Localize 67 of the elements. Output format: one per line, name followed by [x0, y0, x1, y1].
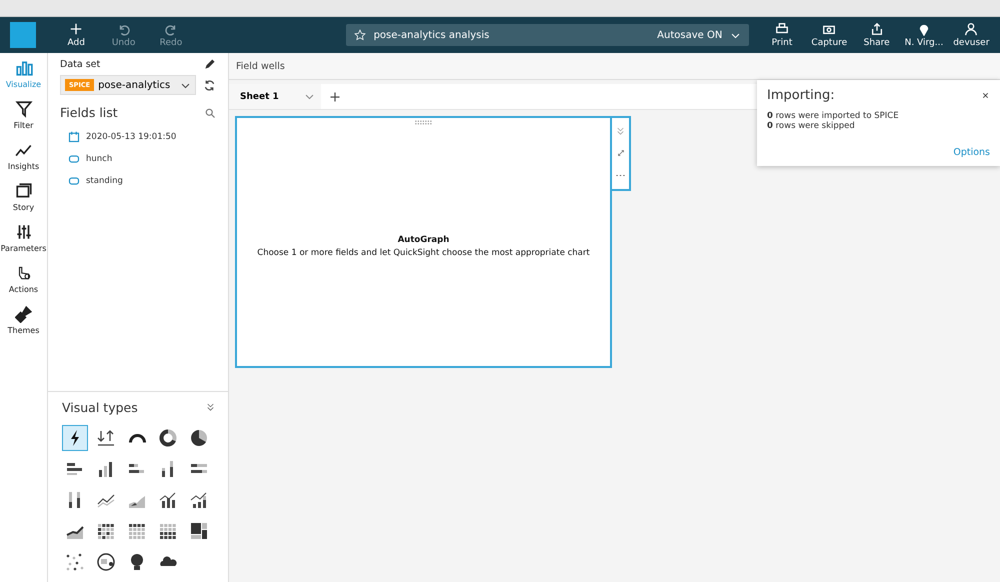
nav-item[interactable]: Themes	[0, 305, 48, 335]
analysis-title-field[interactable]: pose-analytics analysis Autosave ON	[346, 24, 750, 46]
nav-item[interactable]: Parameters	[0, 223, 48, 253]
nav-item[interactable]: Insights	[0, 141, 48, 171]
field-item[interactable]: standing	[60, 170, 216, 192]
options-link[interactable]: Options	[953, 147, 990, 158]
visual-types-heading: Visual types	[62, 400, 138, 415]
dimension-tag-icon	[68, 175, 80, 187]
notification-line: 0 rows were imported to SPICE	[767, 111, 900, 121]
logo-icon	[10, 22, 36, 48]
sliders-icon	[14, 223, 32, 241]
close-icon	[981, 91, 990, 100]
plus-icon	[69, 22, 84, 36]
scatter-plot-icon	[65, 552, 85, 572]
nav-item[interactable]: Filter	[0, 100, 48, 130]
field-item[interactable]: 2020-05-13 19:01:50	[60, 126, 216, 148]
visual-title: AutoGraph	[398, 235, 450, 245]
dataset-name: pose-analytics	[98, 80, 170, 90]
add-sheet-icon	[329, 90, 341, 102]
stacked-combo-icon	[189, 490, 209, 510]
brush-icon	[14, 305, 32, 323]
notification-line: 0 rows were skipped	[767, 121, 856, 131]
field-wells-label[interactable]: Field wells	[236, 61, 285, 72]
toolbar-button[interactable]: Share	[856, 22, 898, 48]
story-icon	[14, 182, 32, 200]
toolbar-button[interactable]: Add	[56, 22, 97, 48]
gauge-icon	[128, 434, 146, 442]
share-icon	[870, 22, 884, 36]
visual-hint: Choose 1 or more fields and let QuickSight choose the most appropriate chart	[257, 248, 590, 258]
globe-icon	[96, 552, 116, 572]
combo-chart-icon	[158, 490, 178, 510]
notification-title: Importing:	[767, 88, 835, 103]
visual-type-button[interactable]	[62, 425, 88, 451]
expand-icon	[616, 148, 626, 158]
bar-chart-icon	[14, 59, 32, 77]
filter-icon	[14, 100, 32, 118]
toolbar-button[interactable]: devuser	[950, 22, 992, 48]
fields-list-heading: Fields list	[60, 105, 118, 120]
table-icon	[158, 521, 178, 541]
refresh-icon	[203, 78, 216, 92]
user-icon	[964, 22, 978, 36]
star-icon	[354, 29, 366, 41]
toolbar-button[interactable]: N. Virg...	[903, 22, 945, 48]
kpi-icon	[96, 428, 116, 448]
nav-item[interactable]: Story	[0, 182, 48, 212]
pivot-table-icon	[127, 521, 147, 541]
drag-handle-icon	[414, 120, 434, 125]
toolbar-button[interactable]: Capture	[808, 22, 850, 48]
pie-chart-icon	[189, 428, 209, 448]
collapse-icon	[615, 126, 626, 137]
autosave-toggle[interactable]: Autosave ON	[657, 30, 722, 40]
double-chevron-icon	[205, 402, 216, 413]
donut-chart-icon	[158, 428, 178, 448]
toolbar-button[interactable]: Print	[761, 22, 803, 48]
nav-item[interactable]: Visualize	[0, 59, 48, 89]
pencil-icon	[204, 58, 216, 70]
calendar-icon	[68, 131, 80, 143]
dataset-heading: Data set	[60, 58, 100, 70]
analysis-title: pose-analytics analysis	[374, 30, 490, 40]
dimension-tag-icon	[68, 153, 80, 165]
printer-icon	[774, 22, 789, 36]
search-icon	[204, 106, 216, 118]
nav-item[interactable]: Actions	[0, 264, 48, 294]
field-item[interactable]: hunch	[60, 148, 216, 170]
tree-map-icon	[189, 521, 209, 541]
heat-map-icon	[96, 521, 116, 541]
sheet-tab[interactable]: Sheet 1	[229, 84, 321, 109]
